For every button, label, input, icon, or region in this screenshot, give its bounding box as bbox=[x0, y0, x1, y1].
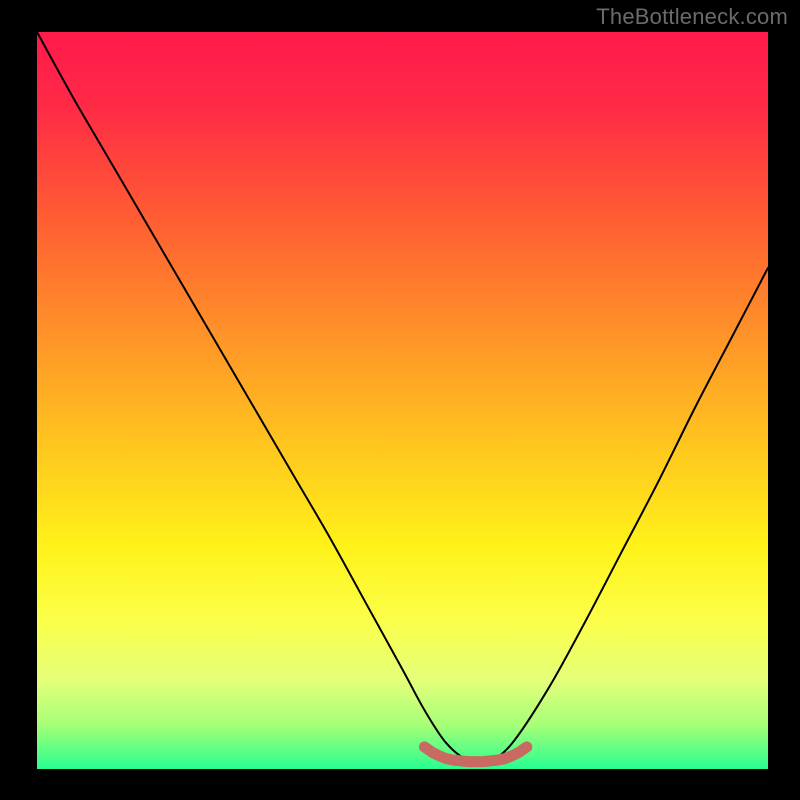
watermark-label: TheBottleneck.com bbox=[596, 4, 788, 30]
chart-frame: TheBottleneck.com bbox=[0, 0, 800, 800]
plot-area bbox=[37, 32, 768, 769]
gradient-background bbox=[37, 32, 768, 769]
chart-svg bbox=[37, 32, 768, 769]
